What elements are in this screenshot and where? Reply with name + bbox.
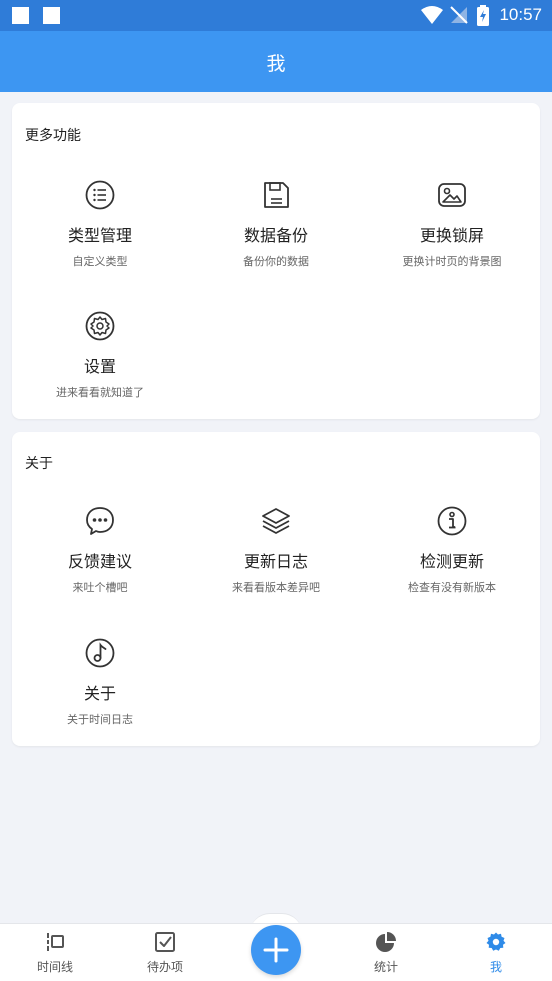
chat-bubble-icon xyxy=(86,507,114,535)
nav-label: 待办项 xyxy=(146,960,183,974)
item-description: 更换计时页的背景图 xyxy=(402,255,502,268)
item-description: 备份你的数据 xyxy=(243,255,309,268)
gear-icon xyxy=(486,932,506,951)
app-header: 我 xyxy=(0,31,552,92)
nav-statistics[interactable]: 统计 xyxy=(331,931,441,975)
item-label: 更新日志 xyxy=(243,552,308,571)
notification-icon xyxy=(12,7,29,24)
gear-icon xyxy=(85,311,115,341)
item-label: 反馈建议 xyxy=(67,552,132,571)
data-backup-item[interactable]: 数据备份 备份你的数据 xyxy=(188,179,364,269)
nav-me[interactable]: 我 xyxy=(441,931,551,975)
status-bar: 10:57 xyxy=(0,0,552,31)
settings-item[interactable]: 设置 进来看看就知道了 xyxy=(12,310,188,400)
change-lockscreen-item[interactable]: 更换锁屏 更换计时页的背景图 xyxy=(364,179,540,269)
wifi-icon xyxy=(421,6,443,24)
item-label: 关于 xyxy=(83,684,116,703)
item-description: 来看看版本差异吧 xyxy=(232,581,320,594)
more-features-card: 更多功能 类型管理 自定义类型 数据备份 备份你的数据 更换锁屏 更换计时页的背… xyxy=(12,103,540,419)
item-label: 类型管理 xyxy=(67,226,132,245)
notification-icon xyxy=(43,7,60,24)
nav-label: 统计 xyxy=(373,960,398,974)
pie-chart-icon xyxy=(376,932,396,952)
item-label: 检测更新 xyxy=(419,552,484,571)
section-title: 关于 xyxy=(25,456,53,472)
item-description: 进来看看就知道了 xyxy=(56,386,144,399)
nav-todo[interactable]: 待办项 xyxy=(110,931,220,975)
info-icon xyxy=(437,506,467,536)
battery-charging-icon xyxy=(477,5,489,26)
list-icon xyxy=(85,180,115,210)
nav-label: 时间线 xyxy=(36,960,73,974)
add-button[interactable] xyxy=(251,925,301,975)
nav-timeline[interactable]: 时间线 xyxy=(0,931,110,975)
about-card: 关于 反馈建议 来吐个槽吧 更新日志 来看看版本差异吧 检测更新 检查有没有新版… xyxy=(12,432,540,746)
timeline-icon xyxy=(47,933,64,951)
save-icon xyxy=(264,182,289,208)
image-icon xyxy=(438,183,466,207)
feedback-item[interactable]: 反馈建议 来吐个槽吧 xyxy=(12,505,188,595)
item-label: 更换锁屏 xyxy=(419,226,484,245)
about-app-item[interactable]: 关于 关于时间日志 xyxy=(12,637,188,727)
page-title: 我 xyxy=(266,53,286,75)
item-description: 自定义类型 xyxy=(72,255,128,268)
section-title: 更多功能 xyxy=(25,128,81,144)
layers-icon xyxy=(262,508,290,534)
music-note-icon xyxy=(85,638,115,668)
check-update-item[interactable]: 检测更新 检查有没有新版本 xyxy=(364,505,540,595)
item-description: 检查有没有新版本 xyxy=(408,581,496,594)
nav-label: 我 xyxy=(489,960,502,974)
type-management-item[interactable]: 类型管理 自定义类型 xyxy=(12,179,188,269)
checkbox-icon xyxy=(155,932,175,952)
changelog-item[interactable]: 更新日志 来看看版本差异吧 xyxy=(188,505,364,595)
item-label: 数据备份 xyxy=(243,226,308,245)
clock: 10:57 xyxy=(499,5,542,24)
plus-icon xyxy=(263,937,289,963)
no-signal-icon xyxy=(450,6,468,24)
item-label: 设置 xyxy=(83,357,116,376)
item-description: 关于时间日志 xyxy=(67,713,133,726)
item-description: 来吐个槽吧 xyxy=(72,581,128,594)
